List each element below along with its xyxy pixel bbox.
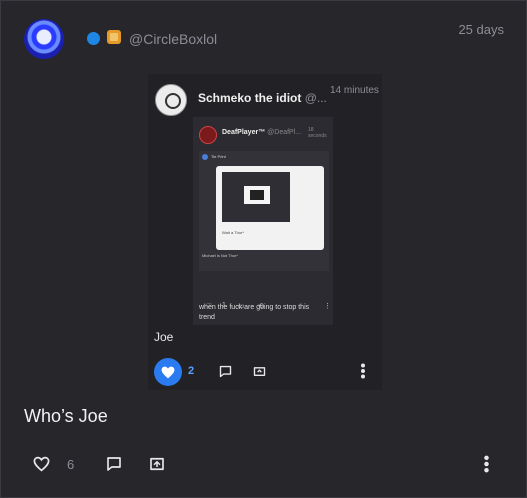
quoted-avatar[interactable] (155, 84, 187, 116)
quoted-like-count: 2 (188, 365, 195, 377)
quoted-post-text: Joe (154, 330, 174, 344)
nested-like-count: 1 (222, 302, 226, 309)
nested-nested-card: Wait a Thor* (216, 166, 324, 250)
quoted-author[interactable]: Schmeko the idiot @... (198, 91, 327, 105)
quoted-reshare-button[interactable] (252, 364, 267, 379)
post-caption: Who’s Joe (24, 406, 108, 426)
reshare-icon (150, 457, 164, 471)
nested-screenshot (222, 172, 290, 222)
more-vertical-icon (484, 455, 489, 473)
nested-author-handle: @DeafPl... (267, 129, 302, 136)
verified-dot-icon (87, 32, 100, 45)
comment-button[interactable] (105, 455, 123, 473)
nested-author-name: DeafPlayer™ (222, 129, 266, 136)
quoted-author-handle: @... (304, 91, 327, 105)
more-button[interactable] (483, 455, 490, 473)
nested-nested-post: Tie Print Wait a Thor* Michael is Not Th… (199, 151, 329, 271)
nested-nested-caption: Michael is Not Thor* (202, 253, 238, 258)
nested-more-icon: ⋮ (324, 303, 331, 310)
reshare-icon (253, 367, 266, 376)
comment-icon (107, 457, 121, 471)
like-count: 6 (67, 457, 75, 472)
nested-age: 18 seconds (308, 127, 327, 139)
nested-actions: ♡ 1 ▭ ⟲ ⋮ (206, 302, 336, 318)
tv-icon (244, 186, 270, 204)
nested-nested-author: Tie Print (211, 154, 226, 159)
nested-nested-avatar (202, 154, 208, 160)
quoted-post[interactable]: Schmeko the idiot @... 14 minutes DeafPl… (148, 74, 382, 390)
reshare-button[interactable] (148, 455, 166, 473)
avatar[interactable] (24, 19, 64, 59)
author-handle[interactable]: @CircleBoxlol (129, 31, 217, 47)
quoted-age: 14 minutes (330, 85, 379, 96)
nested-like-icon: ♡ (206, 303, 213, 310)
post-age: 25 days (458, 22, 504, 37)
quoted-like-button[interactable] (154, 358, 182, 386)
quoted-author-name: Schmeko the idiot (198, 91, 302, 105)
post-card: @CircleBoxlol 25 days Schmeko the idiot … (0, 0, 527, 498)
heart-outline-icon (33, 456, 50, 472)
nested-card-text: Wait a Thor* (222, 230, 245, 235)
nested-comment-icon: ▭ (238, 303, 245, 310)
more-vertical-icon (361, 363, 365, 379)
comment-icon (219, 365, 232, 378)
nested-author: DeafPlayer™ @DeafPl... (222, 129, 301, 136)
like-button[interactable] (33, 456, 50, 472)
nested-reshare-icon: ⟲ (258, 303, 264, 310)
quoted-comment-button[interactable] (218, 364, 233, 379)
nested-avatar (199, 126, 217, 144)
nested-quoted-post[interactable]: DeafPlayer™ @DeafPl... 18 seconds Tie Pr… (193, 117, 333, 325)
quoted-more-button[interactable] (360, 363, 366, 379)
heart-filled-icon (161, 366, 175, 378)
box-badge-icon (107, 30, 121, 44)
